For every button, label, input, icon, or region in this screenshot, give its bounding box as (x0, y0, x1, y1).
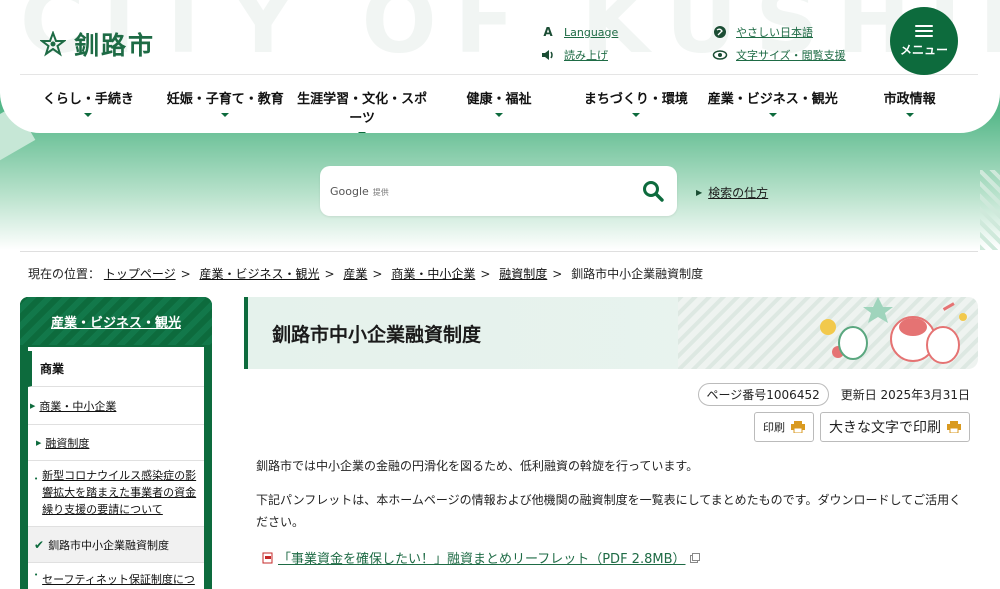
logo-text: 釧路市 (74, 31, 156, 60)
caret-down-icon (631, 113, 640, 117)
page-title-banner: 釧路市中小企業融資制度 (244, 297, 978, 369)
nav-item-living[interactable]: くらし・手続き (20, 88, 157, 118)
read-aloud-link[interactable]: 読み上げ (540, 47, 608, 63)
easy-japanese-link[interactable]: やさしい日本語 (712, 24, 813, 40)
print-controls: 印刷 大きな文字で印刷 (754, 412, 970, 442)
language-link[interactable]: A Language (540, 24, 618, 40)
city-emblem-icon (40, 31, 66, 57)
page-meta: ページ番号1006452 更新日 2025年3月31日 (697, 383, 970, 406)
decorative-stripe (980, 170, 1000, 250)
nav-item-town[interactable]: まちづくり・環境 (567, 88, 704, 118)
menu-button[interactable]: メニュー (890, 7, 958, 75)
description-paragraph: 下記パンフレットは、本ホームページの情報および他機関の融資制度を一覧表にしてまと… (256, 493, 962, 529)
sidebar-category[interactable]: 商業 (28, 351, 204, 387)
menu-button-label: メニュー (899, 42, 948, 57)
print-large-button[interactable]: 大きな文字で印刷 (820, 412, 970, 442)
globe-icon (714, 26, 726, 38)
sidebar-item-financing[interactable]: ▶ 融資制度 (28, 425, 204, 461)
translate-icon: A (543, 25, 553, 39)
triangle-right-icon: ▶ (30, 401, 36, 410)
nav-item-health[interactable]: 健康・福祉 (431, 88, 568, 118)
site-header: CITY OF KUSHIRO 釧路市 A Language 読み上げ やさしい… (0, 0, 1000, 133)
section-divider (20, 251, 978, 252)
breadcrumb: 現在の位置： トップページ > 産業・ビジネス・観光 > 産業 > 商業・中小企業 > … (28, 267, 704, 281)
breadcrumb-item[interactable]: 産業・ビジネス・観光 (200, 267, 320, 281)
read-aloud-link-label[interactable]: 読み上げ (564, 47, 608, 63)
breadcrumb-item[interactable]: 融資制度 (499, 267, 547, 281)
search-box: Google 提供 (320, 166, 677, 216)
triangle-right-icon: ▶ (36, 438, 42, 447)
sidebar-heading[interactable]: 産業・ビジネス・観光 (20, 297, 212, 345)
breadcrumb-item[interactable]: 産業 (343, 267, 367, 281)
caret-down-icon (905, 113, 914, 117)
language-link-label[interactable]: Language (564, 26, 618, 39)
caret-down-icon (221, 113, 230, 117)
bullet-icon: • (34, 571, 39, 579)
page-title: 釧路市中小企業融資制度 (272, 324, 482, 346)
printer-icon (947, 421, 961, 433)
pdf-download-link[interactable]: 「事業資金を確保したい！」融資まとめリーフレット（PDF 2.8MB） (262, 548, 700, 567)
hamburger-icon (915, 24, 933, 37)
text-size-link-label[interactable]: 文字サイズ・閲覧支援 (736, 47, 846, 63)
nav-item-culture[interactable]: 生涯学習・文化・スポーツ (294, 88, 431, 133)
global-nav: くらし・手続き 妊娠・子育て・教育 生涯学習・文化・スポーツ 健康・福祉 まちづ… (20, 88, 978, 133)
easy-japanese-link-label[interactable]: やさしい日本語 (736, 24, 813, 40)
search-brand: Google 提供 (330, 184, 389, 198)
nav-item-city-info[interactable]: 市政情報 (841, 88, 978, 118)
header-watermark: CITY OF KUSHIRO (20, 0, 1000, 73)
eye-icon (712, 50, 728, 60)
caret-down-icon (495, 113, 503, 117)
search-help-link[interactable]: ▶ 検索の仕方 (696, 184, 768, 201)
external-window-icon (689, 552, 700, 563)
sidebar: 産業・ビジネス・観光 商業 ▶ 商業・中小企業 ▶ 融資制度 • 新型コロナウイルス感… (20, 297, 212, 589)
text-size-link[interactable]: 文字サイズ・閲覧支援 (712, 47, 846, 63)
sidebar-item-safety-net[interactable]: •セーフティネット保証制度につい (28, 563, 204, 589)
search-icon (643, 181, 664, 202)
breadcrumb-current: 釧路市中小企業融資制度 (571, 267, 704, 281)
nav-item-business[interactable]: 産業・ビジネス・観光 (704, 88, 841, 118)
intro-paragraph: 釧路市では中小企業の金融の円滑化を図るため、低利融資の斡旋を行っています。 (256, 459, 699, 473)
printer-icon (791, 421, 805, 433)
search-input[interactable] (396, 176, 631, 206)
site-logo[interactable]: 釧路市 (40, 26, 155, 62)
caret-down-icon (358, 132, 367, 133)
bullet-icon: • (34, 475, 39, 483)
banner-illustration (678, 297, 978, 369)
updated-date: 更新日 2025年3月31日 (840, 388, 970, 402)
pdf-link-label[interactable]: 「事業資金を確保したい！」融資まとめリーフレット（PDF 2.8MB） (278, 548, 686, 567)
chevron-right-icon: ▶ (696, 188, 703, 197)
speaker-icon (542, 50, 553, 60)
sidebar-list: 商業 ▶ 商業・中小企業 ▶ 融資制度 • 新型コロナウイルス感染症の影響拡大を踏まえ… (28, 347, 204, 589)
search-help-label[interactable]: 検索の仕方 (708, 184, 768, 201)
sidebar-item-commerce[interactable]: ▶ 商業・中小企業 (28, 387, 204, 425)
caret-down-icon (84, 113, 93, 117)
caret-down-icon (768, 113, 777, 117)
search-button[interactable] (639, 177, 667, 205)
page-number-badge: ページ番号1006452 (697, 383, 829, 406)
nav-item-childcare[interactable]: 妊娠・子育て・教育 (157, 88, 294, 118)
breadcrumb-item[interactable]: トップページ (104, 267, 176, 281)
breadcrumb-item[interactable]: 商業・中小企業 (391, 267, 475, 281)
sidebar-item-current[interactable]: ✔ 釧路市中小企業融資制度 (28, 527, 204, 563)
header-divider (20, 74, 978, 75)
print-button[interactable]: 印刷 (754, 412, 814, 442)
sidebar-item-covid-support[interactable]: • 新型コロナウイルス感染症の影響拡大を踏まえた事業者の資金繰り支援の要請について (28, 461, 204, 527)
pdf-icon (262, 552, 273, 563)
checkmark-icon: ✔ (34, 537, 45, 552)
